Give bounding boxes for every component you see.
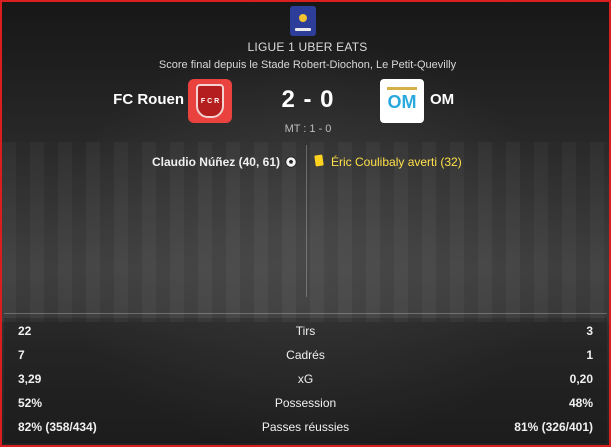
away-team-name[interactable]: OM xyxy=(430,91,454,108)
stat-row-possession: 52% Possession 48% xyxy=(4,390,607,414)
stat-away-value: 0,20 xyxy=(569,372,593,386)
stats-separator xyxy=(4,313,607,314)
league-name: LIGUE 1 UBER EATS xyxy=(247,40,368,54)
match-result-panel: LIGUE 1 UBER EATS Score final depuis le … xyxy=(0,0,611,447)
yellow-card-icon xyxy=(314,154,324,167)
stats-table: 22 Tirs 3 7 Cadrés 1 3,29 xG 0,20 52% Po… xyxy=(4,318,607,443)
away-crest-mark: OM xyxy=(387,87,417,115)
league-logo-ball xyxy=(299,14,307,22)
venue-text: Score final depuis le Stade Robert-Dioch… xyxy=(158,59,457,71)
stat-row-passes: 82% (358/434) Passes réussies 81% (326/4… xyxy=(4,414,607,438)
away-booking-event: Éric Coulibaly averti (32) xyxy=(331,155,462,169)
halftime-score: MT : 1 - 0 xyxy=(284,123,332,135)
stat-row-on-target: 7 Cadrés 1 xyxy=(4,342,607,366)
stat-away-value: 3 xyxy=(586,324,593,338)
stat-label: Tirs xyxy=(295,324,316,338)
soccer-ball-icon xyxy=(285,156,297,168)
stat-row-shots: 22 Tirs 3 xyxy=(4,318,607,342)
stat-away-value: 81% (326/401) xyxy=(514,420,593,434)
away-team-crest-icon[interactable]: OM xyxy=(380,79,424,123)
stat-away-value: 48% xyxy=(568,396,593,410)
stat-row-xg: 3,29 xG 0,20 xyxy=(4,366,607,390)
stat-label: Possession xyxy=(274,396,337,410)
final-score: 2 - 0 xyxy=(281,86,335,113)
stat-label: xG xyxy=(297,372,314,386)
home-goal-event: Claudio Núñez (40, 61) xyxy=(151,155,280,169)
league-logo-bar xyxy=(295,28,311,31)
stat-away-value: 1 xyxy=(586,348,593,362)
home-team-crest-icon[interactable]: F C R xyxy=(188,79,232,123)
ligue1-logo-icon xyxy=(290,6,316,36)
home-team-name[interactable]: FC Rouen xyxy=(86,91,184,108)
stat-label: Cadrés xyxy=(286,348,325,362)
home-crest-shield: F C R xyxy=(196,84,224,118)
events-divider xyxy=(306,145,307,297)
